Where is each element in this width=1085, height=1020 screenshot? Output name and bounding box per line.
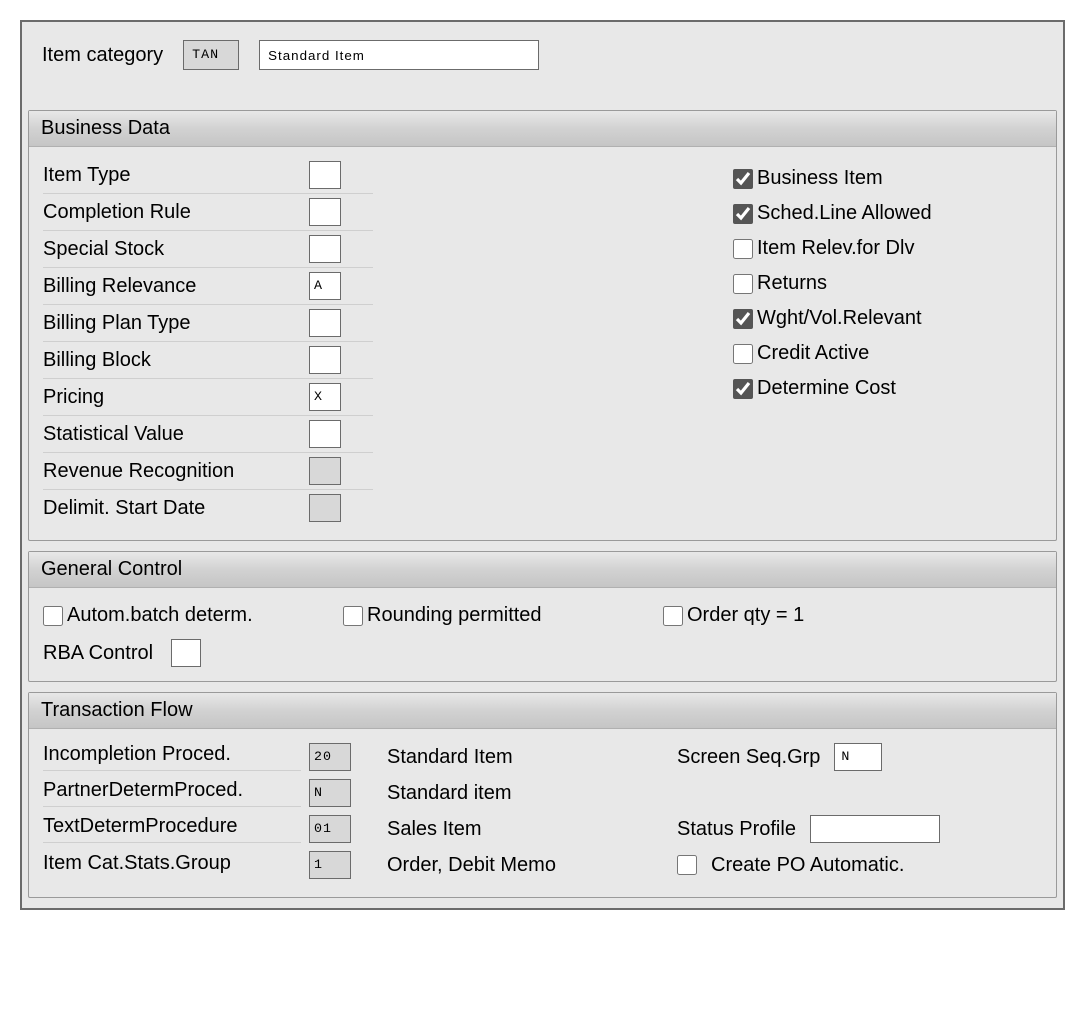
- incompletion-proced-label: Incompletion Proced.: [43, 743, 301, 771]
- item-cat-stats-group-input[interactable]: [309, 851, 351, 879]
- credit-active-checkbox[interactable]: [733, 344, 753, 364]
- text-determ-procedure-label: TextDetermProcedure: [43, 815, 301, 843]
- wght-vol-relevant-label: Wght/Vol.Relevant: [757, 307, 922, 330]
- text-determ-procedure-desc: Sales Item: [387, 818, 677, 841]
- item-relev-dlv-checkbox[interactable]: [733, 239, 753, 259]
- transaction-flow-header: Transaction Flow: [29, 693, 1056, 729]
- completion-rule-label: Completion Rule: [43, 201, 301, 224]
- revenue-recognition-input[interactable]: [309, 457, 341, 485]
- create-po-automatic-checkbox[interactable]: [677, 855, 697, 875]
- billing-plan-type-label: Billing Plan Type: [43, 312, 301, 335]
- text-determ-procedure-input[interactable]: [309, 815, 351, 843]
- item-category-panel: Item category Business Data Item Type Co…: [20, 20, 1065, 910]
- returns-checkbox[interactable]: [733, 274, 753, 294]
- status-profile-label: Status Profile: [677, 818, 796, 841]
- item-relev-dlv-label: Item Relev.for Dlv: [757, 237, 914, 260]
- general-control-header: General Control: [29, 552, 1056, 588]
- screen-seq-grp-input[interactable]: [834, 743, 882, 771]
- billing-block-input[interactable]: [309, 346, 341, 374]
- general-control-group: General Control Autom.batch determ. Roun…: [28, 551, 1057, 682]
- item-type-label: Item Type: [43, 164, 301, 187]
- completion-rule-input[interactable]: [309, 198, 341, 226]
- partner-determ-proced-label: PartnerDetermProced.: [43, 779, 301, 807]
- wght-vol-relevant-checkbox[interactable]: [733, 309, 753, 329]
- incompletion-proced-desc: Standard Item: [387, 746, 677, 769]
- order-qty-1-checkbox[interactable]: [663, 606, 683, 626]
- header-area: Item category: [22, 22, 1063, 110]
- billing-plan-type-input[interactable]: [309, 309, 341, 337]
- order-qty-1-label: Order qty = 1: [687, 604, 804, 627]
- rounding-permitted-label: Rounding permitted: [367, 604, 542, 627]
- special-stock-label: Special Stock: [43, 238, 301, 261]
- determine-cost-checkbox[interactable]: [733, 379, 753, 399]
- item-category-description[interactable]: [259, 40, 539, 70]
- transaction-flow-group: Transaction Flow Incompletion Proced. St…: [28, 692, 1057, 898]
- item-category-code[interactable]: [183, 40, 239, 70]
- partner-determ-proced-input[interactable]: [309, 779, 351, 807]
- item-cat-stats-group-desc: Order, Debit Memo: [387, 854, 677, 877]
- item-type-input[interactable]: [309, 161, 341, 189]
- sched-line-allowed-checkbox[interactable]: [733, 204, 753, 224]
- partner-determ-proced-desc: Standard item: [387, 782, 677, 805]
- revenue-recognition-label: Revenue Recognition: [43, 460, 301, 483]
- item-category-label: Item category: [42, 44, 163, 67]
- screen-seq-grp-label: Screen Seq.Grp: [677, 746, 820, 769]
- business-item-label: Business Item: [757, 167, 883, 190]
- credit-active-label: Credit Active: [757, 342, 869, 365]
- billing-relevance-label: Billing Relevance: [43, 275, 301, 298]
- rba-control-label: RBA Control: [43, 642, 153, 665]
- pricing-input[interactable]: [309, 383, 341, 411]
- autom-batch-checkbox[interactable]: [43, 606, 63, 626]
- item-cat-stats-group-label: Item Cat.Stats.Group: [43, 852, 301, 879]
- incompletion-proced-input[interactable]: [309, 743, 351, 771]
- billing-relevance-input[interactable]: [309, 272, 341, 300]
- delimit-start-date-label: Delimit. Start Date: [43, 497, 301, 520]
- rounding-permitted-checkbox[interactable]: [343, 606, 363, 626]
- business-item-checkbox[interactable]: [733, 169, 753, 189]
- delimit-start-date-input[interactable]: [309, 494, 341, 522]
- status-profile-input[interactable]: [810, 815, 940, 843]
- rba-control-input[interactable]: [171, 639, 201, 667]
- statistical-value-input[interactable]: [309, 420, 341, 448]
- determine-cost-label: Determine Cost: [757, 377, 896, 400]
- business-data-header: Business Data: [29, 111, 1056, 147]
- autom-batch-label: Autom.batch determ.: [67, 604, 253, 627]
- business-data-group: Business Data Item Type Completion Rule …: [28, 110, 1057, 541]
- pricing-label: Pricing: [43, 386, 301, 409]
- returns-label: Returns: [757, 272, 827, 295]
- sched-line-allowed-label: Sched.Line Allowed: [757, 202, 932, 225]
- create-po-automatic-label: Create PO Automatic.: [711, 854, 904, 877]
- special-stock-input[interactable]: [309, 235, 341, 263]
- billing-block-label: Billing Block: [43, 349, 301, 372]
- statistical-value-label: Statistical Value: [43, 423, 301, 446]
